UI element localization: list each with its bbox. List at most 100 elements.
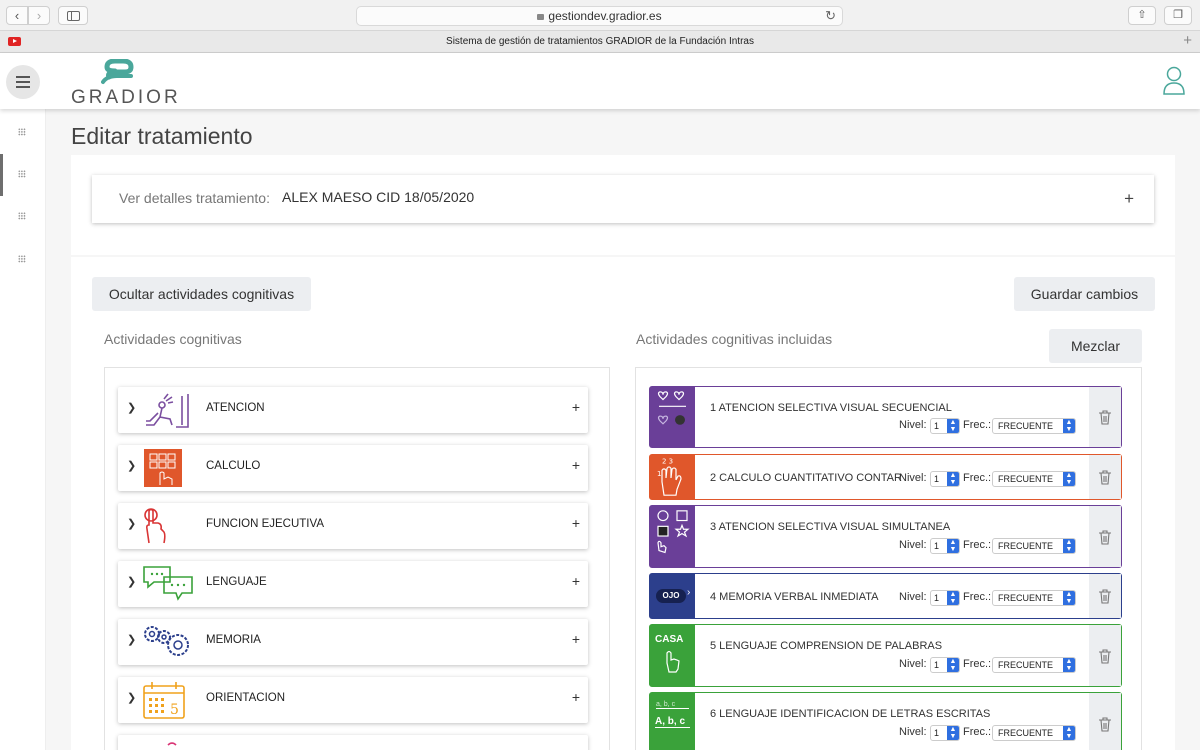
rail-item-1-icon[interactable] (18, 128, 26, 136)
category-label: CALCULO (206, 460, 261, 472)
activity-item[interactable]: 3 ATENCION SELECTIVA VISUAL SIMULTANEA N… (649, 505, 1122, 568)
treatment-details-expander[interactable]: Ver detalles tratamiento: ALEX MAESO CID… (92, 175, 1154, 223)
frec-select[interactable]: FRECUENTE ▲ ▼ (992, 538, 1076, 554)
add-category-icon[interactable]: + (572, 399, 580, 415)
category-label: ATENCION (206, 402, 265, 414)
nivel-select[interactable]: 1 ▲ ▼ (930, 471, 960, 487)
delete-activity-button[interactable] (1089, 387, 1121, 447)
add-category-icon[interactable]: + (572, 689, 580, 705)
nivel-select[interactable]: 1 ▲ ▼ (930, 725, 960, 741)
category-item-funcion-ejecutiva[interactable]: ❯ FUNCION EJECUTIVA + (118, 503, 588, 549)
orientation-icon: 5 (143, 682, 185, 719)
nivel-select[interactable]: 1 ▲ ▼ (930, 590, 960, 606)
new-tab-button[interactable]: + (1183, 31, 1192, 51)
reload-icon[interactable]: ↻ (825, 7, 836, 25)
attention-simultaneous-icon (650, 506, 695, 567)
calculation-count-icon: 2 3 1 (650, 455, 695, 499)
activity-label: 4 MEMORIA VERBAL INMEDIATA (710, 591, 879, 603)
nivel-label: Nivel: (899, 539, 927, 551)
user-icon[interactable] (1162, 66, 1186, 96)
frec-label: Frec.: (963, 726, 992, 738)
rail-item-2-icon[interactable] (18, 170, 26, 178)
category-label: MEMORIA (206, 634, 261, 646)
delete-activity-button[interactable] (1089, 625, 1121, 686)
rail-item-3-icon[interactable] (18, 212, 26, 220)
category-label: FUNCION EJECUTIVA (206, 518, 324, 530)
nivel-label: Nivel: (899, 591, 927, 603)
trash-icon (1099, 470, 1111, 485)
nivel-select[interactable]: 1 ▲ ▼ (930, 657, 960, 673)
delete-activity-button[interactable] (1089, 506, 1121, 567)
frec-select[interactable]: FRECUENTE ▲ ▼ (992, 471, 1076, 487)
frec-select[interactable]: FRECUENTE ▲ ▼ (992, 725, 1076, 741)
attention-icon (146, 393, 189, 428)
frec-select[interactable]: FRECUENTE ▲ ▼ (992, 590, 1076, 606)
trash-icon (1099, 410, 1111, 425)
activity-item[interactable]: a, b, c A, b, c 6 LENGUAJE IDENTIFICACIO… (649, 692, 1122, 750)
delete-activity-button[interactable] (1089, 693, 1121, 750)
chevron-down-icon[interactable]: ❯ (127, 459, 136, 472)
add-category-icon[interactable]: + (572, 573, 580, 589)
nivel-select[interactable]: 1 ▲ ▼ (930, 538, 960, 554)
activity-label: 2 CALCULO CUANTITATIVO CONTAR (710, 472, 902, 484)
expand-details-icon[interactable]: + (1124, 189, 1134, 209)
chevron-down-icon[interactable]: ❯ (127, 575, 136, 588)
menu-button[interactable] (6, 65, 40, 99)
address-bar[interactable]: gestiondev.gradior.es ↻ (356, 6, 843, 26)
add-category-icon[interactable]: + (572, 515, 580, 531)
executive-function-icon (144, 508, 166, 544)
add-category-icon[interactable]: + (572, 457, 580, 473)
chevron-down-icon[interactable]: ❯ (127, 633, 136, 646)
activity-label: 5 LENGUAJE COMPRENSION DE PALABRAS (710, 640, 943, 652)
tab-title[interactable]: Sistema de gestión de tratamientos GRADI… (30, 31, 1170, 52)
sidebar-toggle-button[interactable] (58, 6, 88, 25)
category-item-next[interactable] (118, 735, 588, 750)
language-comprehension-icon: CASA (650, 625, 695, 686)
shuffle-button[interactable]: Mezclar (1049, 329, 1142, 363)
back-button[interactable]: ‹ (6, 6, 28, 25)
activity-item[interactable]: OJO › 4 MEMORIA VERBAL INMEDIATA Nivel: … (649, 573, 1122, 619)
frec-label: Frec.: (963, 419, 992, 431)
tab-bar: Sistema de gestión de tratamientos GRADI… (0, 31, 1200, 53)
category-item-orientacion[interactable]: ❯ 5 ORIENTACION + (118, 677, 588, 723)
url-text: gestiondev.gradior.es (548, 9, 662, 23)
youtube-icon[interactable] (8, 37, 21, 46)
main-content: Editar tratamiento Ver detalles tratamie… (46, 109, 1200, 750)
trash-icon (1099, 717, 1111, 732)
chevron-down-icon[interactable]: ❯ (127, 401, 136, 414)
letter-identification-icon: a, b, c A, b, c (650, 693, 695, 750)
save-changes-button[interactable]: Guardar cambios (1014, 277, 1155, 311)
chevron-down-icon[interactable]: ❯ (127, 691, 136, 704)
category-item-atencion[interactable]: ❯ ATENCION + (118, 387, 588, 433)
category-item-memoria[interactable]: ❯ MEMORIA + (118, 619, 588, 665)
activity-item[interactable]: CASA 5 LENGUAJE COMPRENSION DE PALABRAS … (649, 624, 1122, 687)
frec-select[interactable]: FRECUENTE ▲ ▼ (992, 418, 1076, 434)
included-activities-title: Actividades cognitivas incluidas (636, 331, 833, 347)
nivel-select[interactable]: 1 ▲ ▼ (930, 418, 960, 434)
forward-button[interactable]: › (28, 6, 50, 25)
details-value: ALEX MAESO CID 18/05/2020 (282, 189, 475, 205)
delete-activity-button[interactable] (1089, 455, 1121, 499)
logo-text: GRADIOR (71, 87, 181, 108)
next-category-icon (167, 742, 177, 746)
nivel-label: Nivel: (899, 472, 927, 484)
delete-activity-button[interactable] (1089, 574, 1121, 618)
rail-item-4-icon[interactable] (18, 255, 26, 263)
activity-label: 1 ATENCION SELECTIVA VISUAL SECUENCIAL (710, 402, 952, 414)
attention-sequential-icon (650, 387, 695, 447)
tabs-overview-button[interactable]: ❐ (1164, 6, 1192, 25)
category-item-lenguaje[interactable]: ❯ LENGUAJE + (118, 561, 588, 607)
activity-item[interactable]: 2 3 1 2 CALCULO CUANTITATIVO CONTAR Nive… (649, 454, 1122, 500)
gradior-logo[interactable]: GRADIOR (71, 57, 178, 108)
activity-label: 6 LENGUAJE IDENTIFICACION DE LETRAS ESCR… (710, 708, 991, 720)
hide-activities-button[interactable]: Ocultar actividades cognitivas (92, 277, 311, 311)
frec-select[interactable]: FRECUENTE ▲ ▼ (992, 657, 1076, 673)
included-activities-list: 1 ATENCION SELECTIVA VISUAL SECUENCIAL N… (635, 367, 1142, 750)
app-header: GRADIOR (0, 53, 1200, 109)
category-item-calculo[interactable]: ❯ CALCULO + (118, 445, 588, 491)
share-button[interactable]: ⇧ (1128, 6, 1156, 25)
activity-item[interactable]: 1 ATENCION SELECTIVA VISUAL SECUENCIAL N… (649, 386, 1122, 448)
add-category-icon[interactable]: + (572, 631, 580, 647)
frec-label: Frec.: (963, 658, 992, 670)
chevron-down-icon[interactable]: ❯ (127, 517, 136, 530)
